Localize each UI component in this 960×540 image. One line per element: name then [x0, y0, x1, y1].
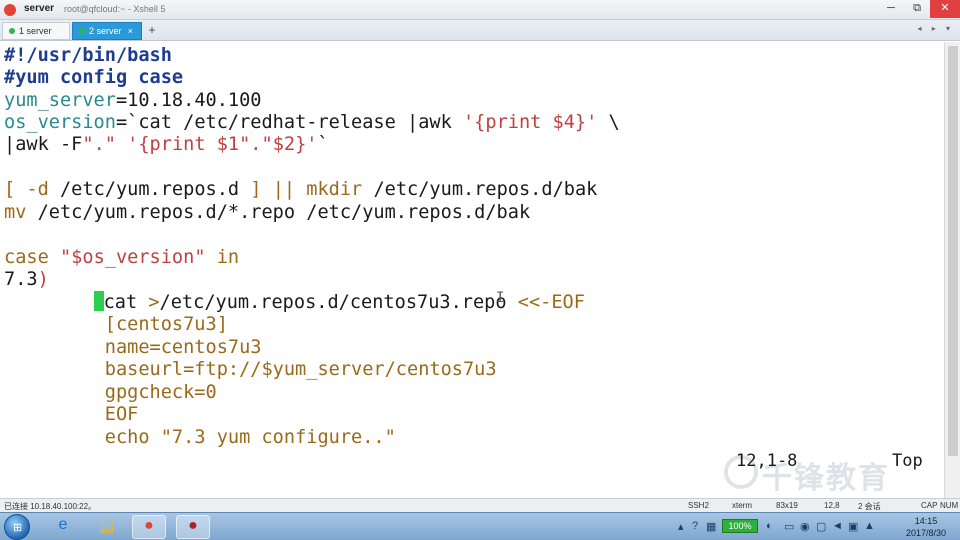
maximize-button[interactable]: ⧉: [904, 0, 930, 18]
session-count: 2 会话: [858, 502, 881, 511]
terminal-line: name=centos7u3: [104, 337, 262, 358]
tab-label: 2 server: [89, 26, 122, 36]
terminal-line: EOF: [104, 404, 139, 425]
terminal-type: xterm: [732, 501, 752, 510]
tab-navigation-icons[interactable]: ◂ ▸ ▾: [918, 24, 955, 33]
terminal-line: echo "7.3 yum configure..": [104, 427, 396, 448]
connected-dot-icon: [9, 28, 15, 34]
cherry-icon: ●: [188, 517, 198, 534]
vim-ruler: 12,1-8: [736, 451, 798, 471]
num-lock-indicator: NUM: [940, 501, 959, 510]
xshell-app-icon: [4, 4, 16, 16]
internet-explorer-taskbar-button[interactable]: e: [46, 515, 80, 539]
session-tab-bar: 1 server 2 server × + ◂ ▸ ▾: [0, 20, 960, 41]
chat-icon[interactable]: ▢: [816, 520, 826, 533]
settings-icon[interactable]: ◉: [800, 520, 810, 533]
help-icon[interactable]: ?: [692, 520, 698, 532]
explorer-taskbar-button[interactable]: ▤: [90, 515, 124, 539]
tab-close-icon[interactable]: ×: [128, 22, 133, 40]
status-bar: 已连接 10.18.40.100:22。 SSH2 xterm 83x19 12…: [0, 498, 960, 512]
windows-taskbar: ⊞ e ▤ ● ● ▴ ? ▦ 100% ◐ ▭ ◉ ▢ ◄ ▣ ▲ 14:15…: [0, 512, 960, 540]
cherry-app-taskbar-button[interactable]: ●: [176, 515, 210, 539]
close-button[interactable]: ✕: [930, 0, 960, 18]
volume-icon[interactable]: ◄: [832, 520, 843, 532]
display-icon[interactable]: ▣: [848, 520, 858, 533]
ibeam-pointer-icon: I: [496, 290, 505, 306]
terminal-line: baseurl=ftp://$yum_server/centos7u3: [104, 359, 497, 380]
protocol-indicator: SSH2: [688, 501, 709, 510]
terminal-line: os_version=`cat /etc/redhat-release |awk…: [4, 112, 620, 133]
network-icon[interactable]: ▦: [706, 520, 716, 533]
folder-icon: ▤: [99, 518, 115, 535]
tray-arrow-icon[interactable]: ▴: [678, 520, 684, 533]
connection-status: 已连接 10.18.40.100:22。: [4, 502, 97, 511]
notification-icon[interactable]: ▲: [864, 520, 875, 532]
minimize-button[interactable]: ─: [878, 0, 904, 18]
xshell-taskbar-button[interactable]: ●: [132, 515, 166, 539]
terminal-line: gpgcheck=0: [104, 382, 217, 403]
terminal-size: 83x19: [776, 501, 798, 510]
connected-dot-icon: [79, 28, 85, 34]
terminal-line: 7.3): [4, 269, 49, 290]
tab-1-server[interactable]: 1 server: [2, 22, 70, 40]
text-cursor: [93, 291, 104, 311]
terminal-line: yum_server=10.18.40.100: [4, 90, 262, 111]
vim-position-indicator: Top: [892, 451, 923, 471]
terminal-line: #yum config case: [4, 67, 184, 88]
terminal-line: #!/usr/bin/bash: [4, 45, 172, 66]
clock-time: 14:15: [914, 516, 938, 526]
tab-2-server[interactable]: 2 server ×: [72, 22, 142, 40]
vertical-scrollbar[interactable]: [944, 42, 960, 498]
add-tab-button[interactable]: +: [145, 23, 159, 39]
caps-lock-indicator: CAP: [921, 501, 938, 510]
start-button[interactable]: ⊞: [4, 514, 30, 540]
terminal-line: [centos7u3]: [104, 314, 228, 335]
window-title: server: [24, 3, 55, 14]
terminal-line: [ -d /etc/yum.repos.d ] || mkdir /etc/yu…: [4, 179, 598, 200]
power-icon[interactable]: ◐: [766, 520, 773, 532]
tab-label: 1 server: [19, 26, 52, 36]
scrollbar-thumb[interactable]: [948, 46, 958, 456]
xshell-icon: ●: [144, 517, 154, 534]
cursor-position: 12,8: [824, 501, 840, 510]
window-path: root@qfcloud:~ - Xshell 5: [64, 4, 166, 14]
clock[interactable]: 14:15 2017/8/30: [906, 515, 946, 539]
terminal-line: case "$os_version" in: [4, 247, 240, 268]
window-controls: ─ ⧉ ✕: [878, 0, 960, 20]
windows-logo-icon: ⊞: [13, 522, 23, 534]
ie-icon: e: [58, 516, 68, 533]
terminal-area[interactable]: #!/usr/bin/bash #yum config case yum_ser…: [0, 42, 944, 498]
battery-indicator[interactable]: 100%: [722, 519, 758, 533]
clock-date: 2017/8/30: [905, 528, 946, 538]
title-bar: server root@qfcloud:~ - Xshell 5 ─ ⧉ ✕: [0, 0, 960, 20]
terminal-line: mv /etc/yum.repos.d/*.repo /etc/yum.repo…: [4, 202, 531, 223]
keyboard-icon[interactable]: ▭: [784, 520, 794, 533]
terminal-line: |awk -F"." '{print $1"."$2}'`: [4, 134, 329, 155]
system-tray: ▴ ? ▦ 100% ◐ ▭ ◉ ▢ ◄ ▣ ▲ 14:15 2017/8/30: [670, 513, 960, 540]
